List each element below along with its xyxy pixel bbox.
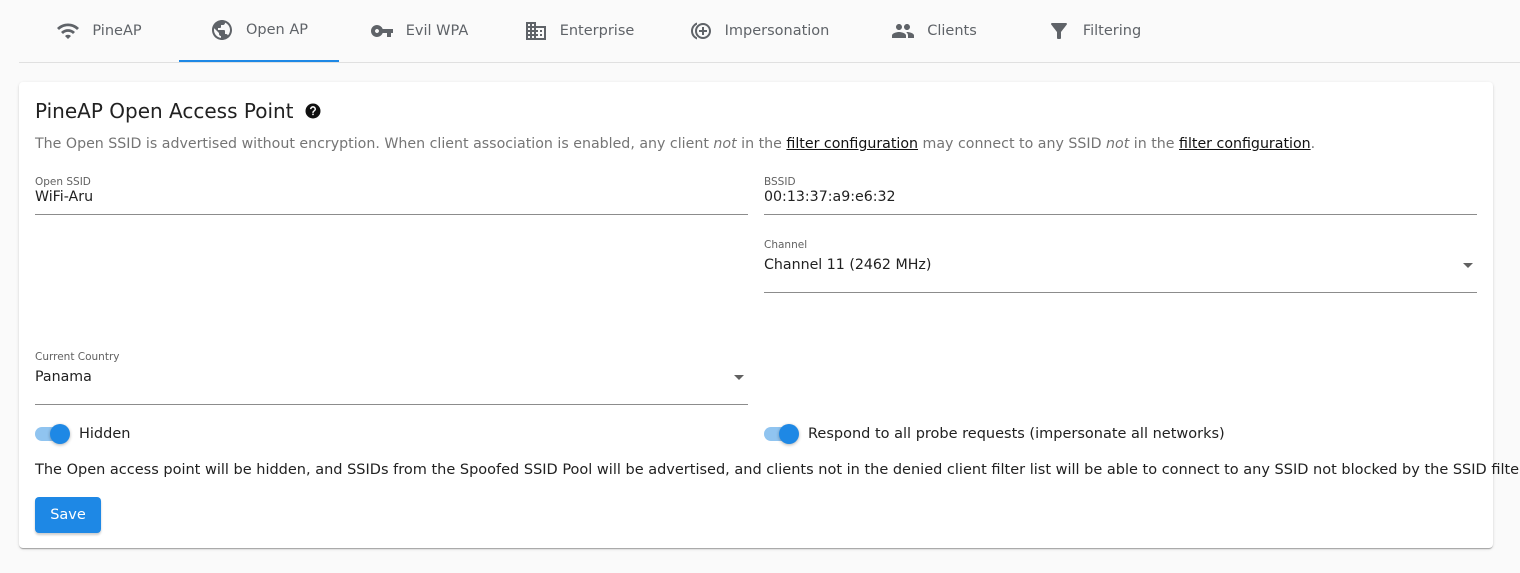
country-value: Panama <box>35 369 92 385</box>
tab-label: Clients <box>927 23 977 39</box>
desc-text: may connect to any SSID <box>918 136 1107 152</box>
filter-configuration-link[interactable]: filter configuration <box>1179 136 1311 152</box>
building-icon <box>524 19 548 43</box>
toggle-thumb[interactable] <box>779 424 799 444</box>
add-circle-icon <box>689 19 713 43</box>
open-ap-card: PineAP Open Access Point The Open SSID i… <box>19 82 1520 548</box>
save-button[interactable]: Save <box>35 497 101 533</box>
help-icon[interactable] <box>304 102 322 120</box>
page-title: PineAP Open Access Point <box>35 99 294 123</box>
wifi-icon <box>56 19 80 43</box>
tab-filtering[interactable]: Filtering <box>1019 0 1169 62</box>
toggle-thumb[interactable] <box>50 424 70 444</box>
respond-all-toggle[interactable]: Respond to all probe requests (impersona… <box>764 424 1225 444</box>
tab-label: Enterprise <box>559 23 635 39</box>
toggle-track[interactable] <box>764 424 799 444</box>
desc-text: in the <box>736 136 787 152</box>
hidden-toggle[interactable]: Hidden <box>35 424 130 444</box>
chevron-down-icon <box>734 375 744 380</box>
open-ssid-value: WiFi-Aru <box>35 189 94 205</box>
channel-label: Channel <box>764 239 808 251</box>
chevron-down-icon <box>1463 263 1473 268</box>
globe-icon <box>210 18 234 42</box>
desc-emphasis: not <box>1106 136 1130 152</box>
desc-emphasis: not <box>713 136 737 152</box>
open-ssid-label: Open SSID <box>35 176 91 188</box>
tab-label: Impersonation <box>724 23 830 39</box>
bssid-value: 00:13:37:a9:e6:32 <box>764 189 896 205</box>
filter-icon <box>1047 19 1071 43</box>
bssid-label: BSSID <box>764 176 796 188</box>
tab-clients[interactable]: Clients <box>859 0 1009 62</box>
tab-open-ap[interactable]: Open AP <box>179 0 339 62</box>
desc-text: in the <box>1129 136 1180 152</box>
people-icon <box>891 19 915 43</box>
hidden-toggle-label: Hidden <box>79 426 131 442</box>
channel-select[interactable]: Channel Channel 11 (2462 MHz) <box>764 237 1477 293</box>
desc-text: The Open SSID is advertised without encr… <box>35 136 714 152</box>
open-ssid-field[interactable]: Open SSID WiFi-Aru <box>35 174 748 215</box>
country-select[interactable]: Current Country Panama <box>35 349 748 405</box>
respond-all-toggle-label: Respond to all probe requests (impersona… <box>808 426 1225 442</box>
desc-text: . <box>1310 136 1316 152</box>
tab-evil-wpa[interactable]: Evil WPA <box>339 0 499 62</box>
bssid-field[interactable]: BSSID 00:13:37:a9:e6:32 <box>764 174 1477 215</box>
filter-configuration-link[interactable]: filter configuration <box>786 136 918 152</box>
tab-label: Open AP <box>245 22 308 38</box>
tab-label: Evil WPA <box>405 23 469 39</box>
tab-label: PineAP <box>92 23 142 39</box>
description: The Open SSID is advertised without encr… <box>35 136 1315 152</box>
toggle-track[interactable] <box>35 424 70 444</box>
card-title-row: PineAP Open Access Point <box>35 98 322 124</box>
channel-value: Channel 11 (2462 MHz) <box>764 257 932 273</box>
status-info-text: The Open access point will be hidden, an… <box>35 462 1520 478</box>
tab-pineap[interactable]: PineAP <box>19 0 179 62</box>
tab-enterprise[interactable]: Enterprise <box>499 0 659 62</box>
tab-label: Filtering <box>1082 23 1142 39</box>
tab-impersonation[interactable]: Impersonation <box>659 0 859 62</box>
country-label: Current Country <box>35 351 120 363</box>
key-icon <box>370 19 394 43</box>
tab-bar: PineAP Open AP Evil WPA Enterprise Imper… <box>19 0 1520 63</box>
